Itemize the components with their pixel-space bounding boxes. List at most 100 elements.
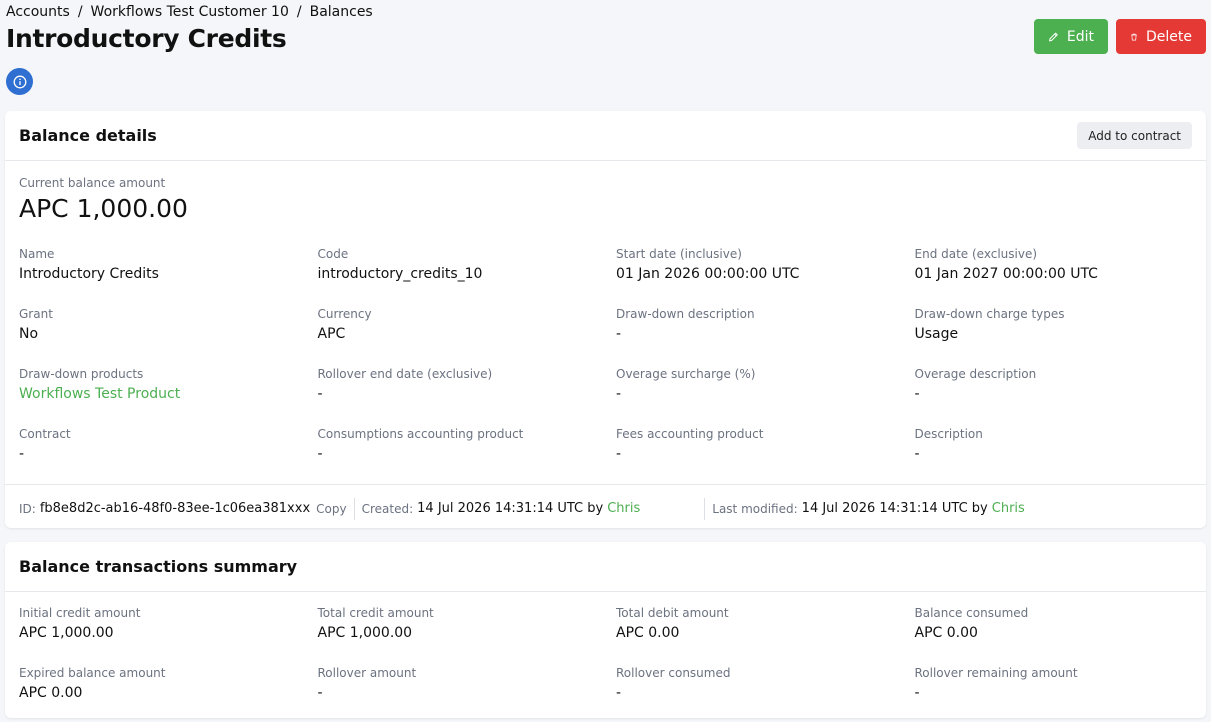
field-label: Rollover remaining amount [914, 666, 1078, 680]
transaction-fields: Initial credit amount APC 1,000.00 Total … [5, 592, 1206, 722]
field-label: Draw-down description [616, 307, 755, 321]
field-value: - [616, 326, 622, 342]
breadcrumb-balances[interactable]: Balances [310, 4, 373, 20]
product-link[interactable]: Workflows Test Product [19, 386, 318, 402]
field-value: - [616, 446, 622, 462]
field-value: APC [317, 326, 346, 342]
created-by-link[interactable]: Chris [607, 501, 640, 516]
field-value: APC 0.00 [19, 685, 83, 701]
field-value: - [616, 386, 622, 402]
field: Initial credit amount APC 1,000.00 [19, 606, 318, 666]
field-label: Overage surcharge (%) [616, 367, 756, 381]
card-title: Balance details [19, 126, 157, 145]
divider [704, 497, 706, 520]
field-value: - [616, 685, 622, 701]
field-value: Introductory Credits [19, 266, 159, 282]
field-label: Draw-down charge types [914, 307, 1065, 321]
field: Fees accounting product - [616, 427, 915, 487]
field-value: - [914, 386, 920, 402]
balance-fields: Name Introductory Credits Code introductor… [5, 243, 1206, 487]
field: Total credit amount APC 1,000.00 [318, 606, 617, 666]
field: Draw-down description - [616, 307, 915, 367]
delete-button[interactable]: Delete [1116, 19, 1206, 54]
field-label: End date (exclusive) [914, 247, 1038, 261]
field: Overage surcharge (%) - [616, 367, 915, 427]
field-value: introductory_credits_10 [317, 266, 483, 282]
modified-label: Last modified: [712, 501, 798, 516]
created-value: 14 Jul 2026 14:31:14 UTC by [417, 501, 604, 516]
field-value: - [914, 446, 920, 462]
field: Rollover end date (exclusive) - [318, 367, 617, 427]
field: Name Introductory Credits [19, 247, 318, 307]
id-label: ID: [19, 501, 36, 516]
pencil-icon [1049, 32, 1058, 41]
transactions-summary-card: Balance transactions summary Initial cre… [5, 542, 1206, 718]
field-label: Rollover consumed [616, 666, 731, 680]
current-balance-label: Current balance amount [19, 176, 166, 190]
field: Balance consumed APC 0.00 [915, 606, 1211, 666]
field-label: Fees accounting product [616, 427, 764, 441]
card-title: Balance transactions summary [19, 557, 298, 576]
field-label: Rollover amount [317, 666, 417, 680]
field: Currency APC [318, 307, 617, 367]
field: Rollover amount - [318, 666, 617, 722]
field-value: No [19, 326, 39, 342]
field-label: Code [317, 247, 349, 261]
field-value: Usage [914, 326, 959, 342]
field: Overage description - [915, 367, 1211, 427]
created-label: Created: [361, 501, 414, 516]
breadcrumb-separator: / [77, 4, 83, 20]
balance-details-card: Balance details Add to contract Current … [5, 111, 1206, 528]
field-label: Grant [19, 307, 53, 321]
field-label: Consumptions accounting product [317, 427, 524, 441]
field: Consumptions accounting product - [318, 427, 617, 487]
page-title: Introductory Credits [6, 24, 287, 53]
divider [353, 497, 355, 520]
field-label: Balance consumed [914, 606, 1029, 620]
field-value: APC 0.00 [616, 625, 680, 641]
info-icon [13, 75, 26, 88]
field: Grant No [19, 307, 318, 367]
field-label: Rollover end date (exclusive) [317, 367, 493, 381]
edit-button[interactable]: Edit [1034, 19, 1108, 54]
edit-label: Edit [1066, 28, 1094, 45]
field-label: Total credit amount [317, 606, 434, 620]
field-value: APC 1,000.00 [317, 625, 413, 641]
field: Total debit amount APC 0.00 [616, 606, 915, 666]
modified-value: 14 Jul 2026 14:31:14 UTC by [801, 501, 988, 516]
field-label: Overage description [914, 367, 1037, 381]
field-label: Draw-down products [19, 367, 144, 381]
field-value: - [317, 685, 323, 701]
info-button[interactable] [6, 68, 33, 95]
field-value: 01 Jan 2027 00:00:00 UTC [914, 266, 1098, 282]
breadcrumb-customer[interactable]: Workflows Test Customer 10 [91, 4, 289, 20]
field-label: Initial credit amount [19, 606, 141, 620]
field: Draw-down charge types Usage [915, 307, 1211, 367]
field-label: Expired balance amount [19, 666, 166, 680]
id-value: fb8e8d2c-ab16-48f0-83ee-1c06ea381xxx [39, 501, 311, 516]
copy-id-button[interactable]: Copy [316, 502, 346, 516]
field-label: Name [19, 247, 55, 261]
field: Draw-down products Workflows Test Product [19, 367, 318, 427]
header-actions: Edit Delete [1034, 19, 1206, 54]
field-label: Description [914, 427, 983, 441]
field: Rollover consumed - [616, 666, 915, 722]
metadata-row: ID: fb8e8d2c-ab16-48f0-83ee-1c06ea381xxx… [5, 484, 1206, 532]
delete-label: Delete [1146, 28, 1192, 45]
field-value: - [317, 386, 323, 402]
field-value: - [914, 685, 920, 701]
field-value: APC 1,000.00 [19, 625, 114, 641]
modified-by-link[interactable]: Chris [992, 501, 1025, 516]
field-value: - [19, 446, 25, 462]
field: Start date (inclusive) 01 Jan 2026 00:00:… [616, 247, 915, 307]
breadcrumb-accounts[interactable]: Accounts [6, 4, 70, 20]
field-value: 01 Jan 2026 00:00:00 UTC [616, 266, 800, 282]
card-header: Balance details Add to contract [5, 111, 1206, 161]
field: Expired balance amount APC 0.00 [19, 666, 318, 722]
current-balance: Current balance amount APC 1,000.00 [5, 161, 1206, 243]
breadcrumb-separator: / [296, 4, 302, 20]
field: Code introductory_credits_10 [318, 247, 617, 307]
add-to-contract-button[interactable]: Add to contract [1077, 122, 1192, 149]
field-value: - [317, 446, 323, 462]
field: Contract - [19, 427, 318, 487]
